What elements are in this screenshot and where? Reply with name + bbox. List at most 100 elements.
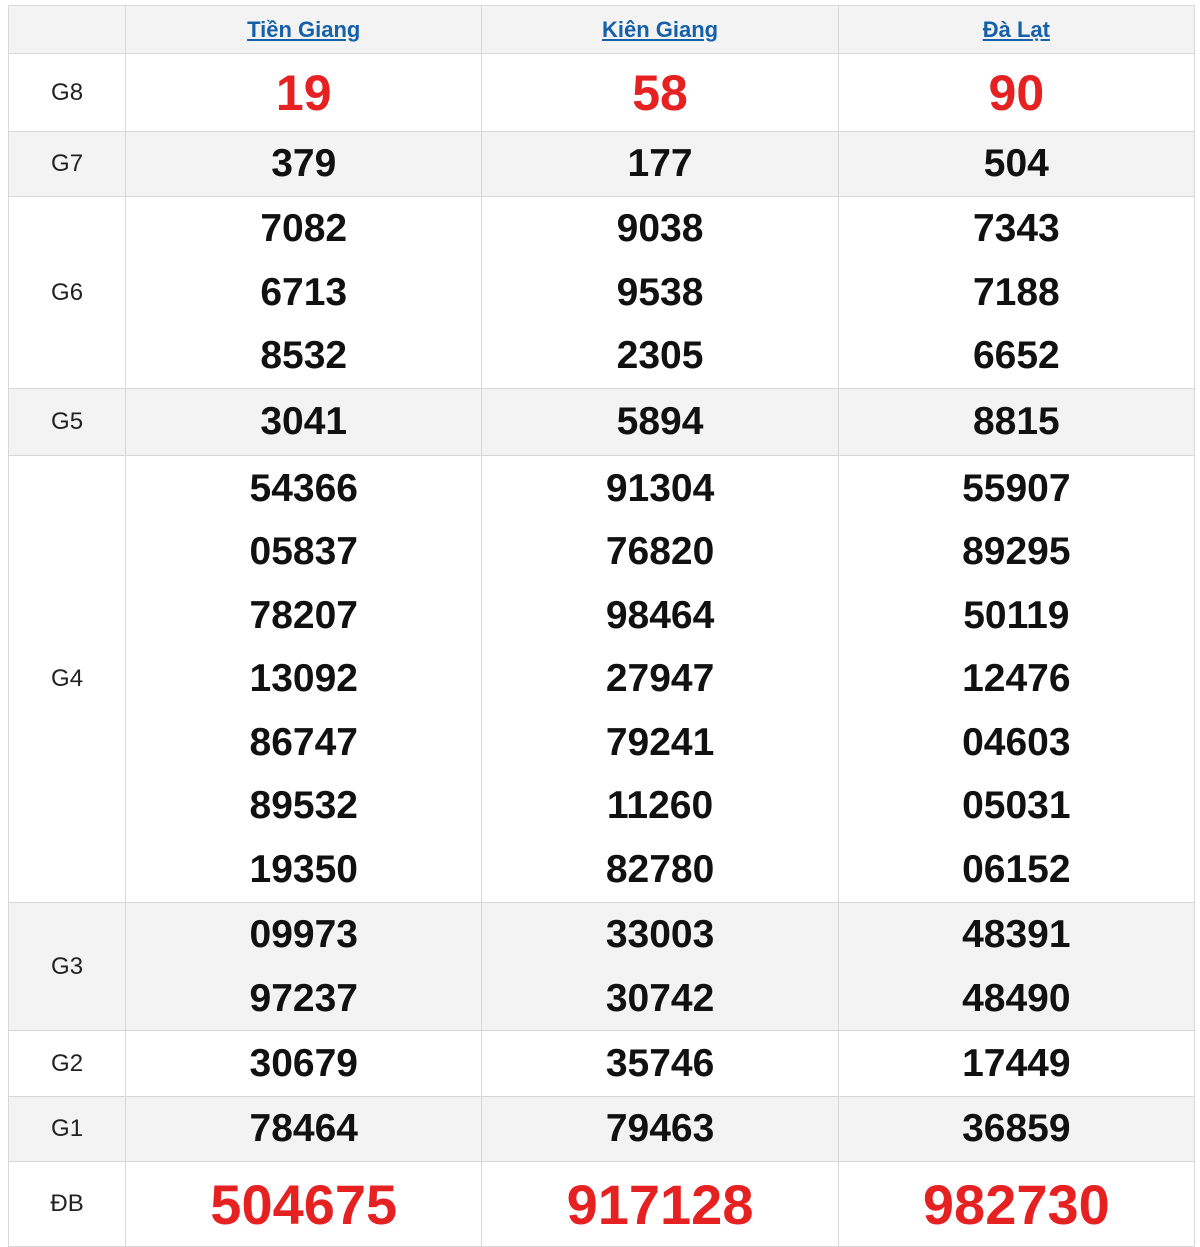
prize-cell: 8815 <box>837 388 1196 456</box>
province-link-da-lat[interactable]: Đà Lạt <box>983 17 1050 42</box>
prize-number: 90 <box>988 64 1045 121</box>
prize-number: 76820 <box>605 530 715 574</box>
prize-number: 6713 <box>260 270 348 314</box>
prize-number: 86747 <box>249 720 358 764</box>
prize-number: 82780 <box>605 847 715 891</box>
prize-cell: 504675 <box>125 1161 483 1247</box>
lottery-results-table: Tiền Giang Kiên Giang Đà Lạt G8 19 58 90… <box>7 5 1196 1247</box>
prize-cell: 54366 05837 78207 13092 86747 89532 1935… <box>125 455 483 903</box>
prize-cell: 19 <box>125 53 483 132</box>
prize-number: 7082 <box>260 207 348 251</box>
prize-cell: 504 <box>837 131 1196 197</box>
prize-number: 55907 <box>962 466 1071 510</box>
prize-label: G5 <box>7 388 127 456</box>
prize-cell: 3041 <box>125 388 483 456</box>
prize-number: 79241 <box>605 720 715 764</box>
prize-cell: 9038 9538 2305 <box>481 196 839 389</box>
prize-cell: 35746 <box>481 1030 839 1097</box>
prize-number: 89295 <box>962 530 1071 574</box>
special-prize-number: 504675 <box>210 1172 398 1236</box>
prize-number: 97237 <box>249 976 358 1020</box>
prize-number: 54366 <box>249 466 358 510</box>
prize-row-special: ĐB 504675 917128 982730 <box>7 1161 1196 1247</box>
province-link-tien-giang[interactable]: Tiền Giang <box>247 17 360 42</box>
prize-number: 8815 <box>972 400 1060 443</box>
prize-number: 48490 <box>962 976 1071 1020</box>
prize-label: G7 <box>7 131 127 197</box>
prize-number: 7343 <box>972 207 1060 251</box>
prize-label: G8 <box>7 53 127 132</box>
prize-number: 11260 <box>606 784 714 828</box>
prize-number: 50119 <box>963 593 1070 637</box>
prize-number: 78464 <box>249 1107 358 1150</box>
prize-number: 78207 <box>249 593 358 637</box>
prize-cell: 91304 76820 98464 27947 79241 11260 8278… <box>481 455 839 903</box>
prize-number: 04603 <box>962 720 1071 764</box>
prize-row-g3: G3 09973 97237 33003 30742 48391 48490 <box>7 902 1196 1031</box>
prize-number: 27947 <box>605 657 715 701</box>
province-link-kien-giang[interactable]: Kiên Giang <box>602 17 718 42</box>
prize-row-g4: G4 54366 05837 78207 13092 86747 89532 1… <box>7 455 1196 903</box>
header-row: Tiền Giang Kiên Giang Đà Lạt <box>7 5 1196 54</box>
prize-cell: 90 <box>837 53 1196 132</box>
prize-row-g6: G6 7082 6713 8532 9038 9538 2305 7343 71… <box>7 196 1196 389</box>
prize-number: 7188 <box>972 270 1060 314</box>
prize-cell: 17449 <box>837 1030 1196 1097</box>
prize-row-g7: G7 379 177 504 <box>7 131 1196 197</box>
prize-row-g1: G1 78464 79463 36859 <box>7 1096 1196 1162</box>
prize-cell: 09973 97237 <box>125 902 483 1031</box>
prize-cell: 36859 <box>837 1096 1196 1162</box>
prize-number: 12476 <box>962 657 1071 701</box>
prize-number: 177 <box>627 142 693 185</box>
special-prize-number: 982730 <box>922 1172 1110 1236</box>
prize-label: G2 <box>7 1030 127 1097</box>
prize-number: 30742 <box>605 976 715 1020</box>
prize-number: 98464 <box>605 593 715 637</box>
prize-number: 8532 <box>260 334 348 378</box>
special-prize-number: 917128 <box>566 1172 754 1236</box>
prize-number: 58 <box>632 64 688 121</box>
prize-cell: 177 <box>481 131 839 197</box>
prize-number: 09973 <box>249 913 358 956</box>
prize-cell: 48391 48490 <box>837 902 1196 1031</box>
prize-cell: 30679 <box>125 1030 483 1097</box>
province-header: Đà Lạt <box>837 5 1196 54</box>
prize-number: 89532 <box>249 784 358 828</box>
prize-number: 9538 <box>616 270 704 314</box>
prize-label: G3 <box>7 902 127 1031</box>
prize-number: 48391 <box>962 913 1071 956</box>
prize-cell: 79463 <box>481 1096 839 1162</box>
prize-cell: 78464 <box>125 1096 483 1162</box>
prize-number: 05031 <box>962 784 1071 828</box>
province-header: Kiên Giang <box>481 5 839 54</box>
prize-cell: 379 <box>125 131 483 197</box>
prize-number: 91304 <box>605 466 715 510</box>
prize-number: 36859 <box>962 1107 1071 1150</box>
prize-cell: 33003 30742 <box>481 902 839 1031</box>
prize-number: 05837 <box>249 530 358 574</box>
prize-number: 17449 <box>962 1041 1071 1085</box>
prize-number: 06152 <box>962 847 1071 891</box>
prize-number: 5894 <box>616 400 704 443</box>
prize-cell: 58 <box>481 53 839 132</box>
prize-number: 379 <box>271 142 337 185</box>
prize-number: 504 <box>983 142 1049 185</box>
province-header: Tiền Giang <box>125 5 483 54</box>
prize-row-g2: G2 30679 35746 17449 <box>7 1030 1196 1097</box>
prize-number: 35746 <box>605 1041 715 1085</box>
prize-cell: 7343 7188 6652 <box>837 196 1196 389</box>
prize-row-g5: G5 3041 5894 8815 <box>7 388 1196 456</box>
prize-number: 79463 <box>605 1107 715 1150</box>
prize-label: G1 <box>7 1096 127 1162</box>
prize-number: 19350 <box>249 847 358 891</box>
prize-cell: 55907 89295 50119 12476 04603 05031 0615… <box>837 455 1196 903</box>
prize-number: 19 <box>275 64 332 121</box>
corner-cell <box>7 5 127 54</box>
prize-number: 3041 <box>260 400 348 443</box>
prize-cell: 7082 6713 8532 <box>125 196 483 389</box>
prize-number: 6652 <box>972 334 1060 378</box>
prize-label: G4 <box>7 455 127 903</box>
prize-number: 13092 <box>249 657 358 701</box>
prize-row-g8: G8 19 58 90 <box>7 53 1196 132</box>
prize-number: 9038 <box>616 207 704 251</box>
